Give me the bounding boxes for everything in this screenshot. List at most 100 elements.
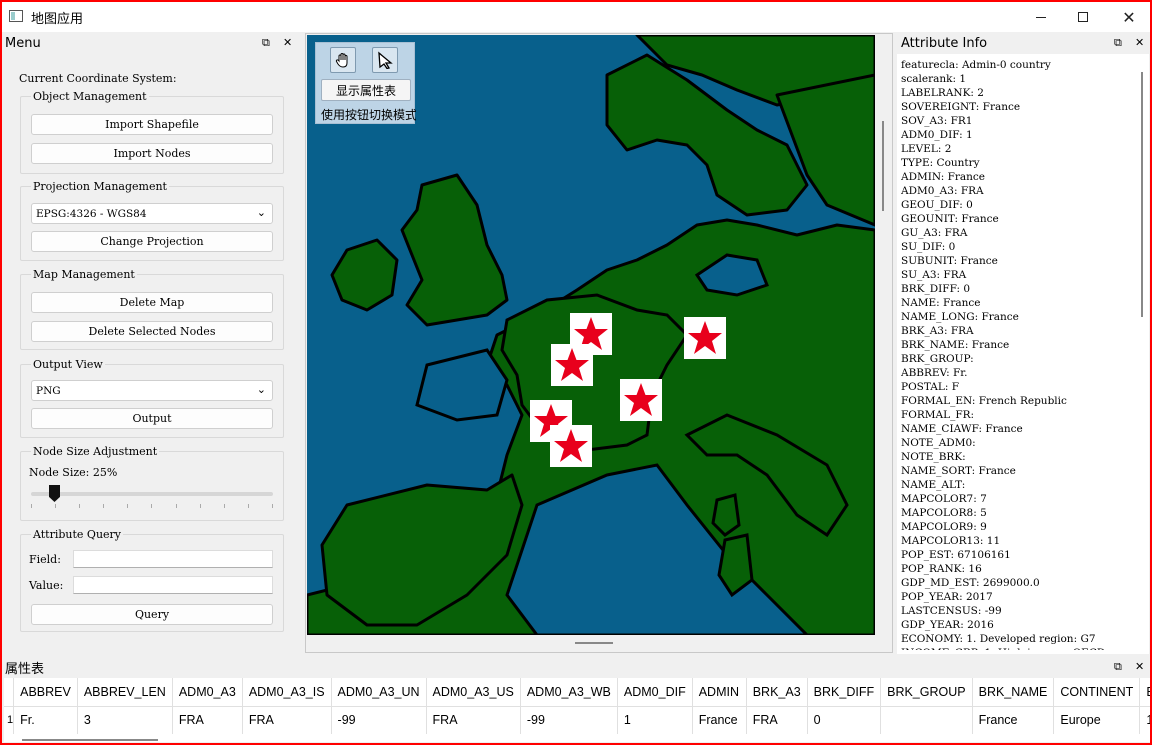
table-cell[interactable]: FRA [172,706,243,734]
attribute-line: GU_A3: FRA [901,227,968,239]
query-button[interactable]: Query [31,604,273,625]
attribute-line: GEOU_DIF: 0 [901,199,973,211]
maximize-button[interactable] [1060,2,1106,32]
maximize-icon [1078,12,1088,22]
table-cell[interactable]: 0 [807,706,882,734]
import-nodes-button[interactable]: Import Nodes [31,143,273,164]
node-size-slider-handle[interactable] [49,485,60,502]
value-input[interactable] [73,576,273,594]
map-vertical-scrollbar[interactable] [882,121,884,211]
star-icon [688,321,722,354]
column-header[interactable]: ADM0_A3_IS [242,678,332,707]
group-title: Output View [31,358,105,371]
menu-dock-close-icon[interactable]: ✕ [283,36,292,49]
table-cell[interactable]: Fr. [13,706,78,734]
node-size-group: Node Size Adjustment Node Size: 25% [20,445,284,521]
attribute-query-group: Attribute Query Field: Value: Query [20,528,284,632]
attribute-dock-close-icon[interactable]: ✕ [1135,36,1144,49]
column-header[interactable]: ADM0_DIF [617,678,693,707]
table-cell[interactable]: -99 [520,706,618,734]
attribute-line: MAPCOLOR13: 11 [901,535,1001,547]
attribute-line: SU_DIF: 0 [901,241,956,253]
delete-selected-nodes-button[interactable]: Delete Selected Nodes [31,321,273,342]
show-attribute-table-button[interactable]: 显示属性表 [321,79,411,101]
table-cell[interactable]: France [972,706,1055,734]
table-cell[interactable]: 1. Developed [1139,706,1150,734]
attribute-scrollbar[interactable] [1141,72,1143,317]
table-cell[interactable] [880,706,973,734]
attribute-line: INCOME_GRP: 1. High income: OECD [901,646,1137,650]
node-marker[interactable] [684,317,726,359]
close-icon: ✕ [1122,7,1136,27]
column-header[interactable]: BRK_A3 [746,678,808,707]
menu-dock-float-icon[interactable]: ⧉ [262,36,270,50]
table-cell[interactable]: France [692,706,747,734]
table-cell[interactable]: 1 [617,706,693,734]
column-header[interactable]: ABBREV [13,678,78,707]
table-cell[interactable]: -99 [331,706,427,734]
column-header[interactable]: ADM0_A3_WB [520,678,618,707]
attribute-table: ABBREV ABBREV_LEN ADM0_A3 ADM0_A3_IS ADM0_A3… [4,678,1150,742]
attribute-line: GDP_MD_EST: 2699000.0 [901,577,1040,589]
column-header[interactable]: ADMIN [692,678,747,707]
import-shapefile-button[interactable]: Import Shapefile [31,114,273,135]
attribute-line: NAME_ALT: [901,479,966,491]
app-window: 地图应用 ✕ Menu ⧉ ✕ Current Coordinate Syste… [0,0,1152,745]
output-button[interactable]: Output [31,408,273,429]
projection-management-group: Projection Management EPSG:4326 - WGS84 … [20,180,284,261]
attribute-line: SOV_A3: FR1 [901,115,973,127]
star-icon [624,383,658,416]
attribute-table-float-icon[interactable]: ⧉ [1114,660,1122,674]
group-title: Projection Management [31,180,169,193]
table-cell[interactable]: FRA [242,706,332,734]
column-header[interactable]: ABBREV_LEN [77,678,173,707]
delete-map-button[interactable]: Delete Map [31,292,273,313]
attribute-line: NAME_LONG: France [901,311,1019,323]
attribute-dock-float-icon[interactable]: ⧉ [1114,36,1122,50]
column-header[interactable]: BRK_DIFF [807,678,882,707]
column-header[interactable]: ADM0_A3 [172,678,243,707]
output-view-group: Output View PNG ⌄ Output [20,358,284,438]
minimize-button[interactable] [1018,2,1064,32]
column-header[interactable]: CONTINENT [1053,678,1141,707]
close-button[interactable]: ✕ [1106,2,1152,32]
field-input[interactable] [73,550,273,568]
node-size-label: Node Size: 25% [29,466,118,479]
attribute-table-close-icon[interactable]: ✕ [1135,660,1144,673]
map-resize-handle[interactable] [575,642,613,644]
table-cell[interactable]: Europe [1053,706,1141,734]
attribute-list: featurecla: Admin-0 country scalerank: 1 L… [901,58,1137,650]
node-marker[interactable] [550,425,592,467]
column-header[interactable]: ADM0_A3_UN [331,678,427,707]
pan-tool-button[interactable] [330,47,356,73]
column-header[interactable]: ADM0_A3_US [426,678,521,707]
table-corner [4,678,15,707]
output-format-value: PNG [36,384,61,397]
sea-biscay [415,348,509,422]
attribute-table-hscrollbar[interactable] [22,739,158,741]
select-tool-button[interactable] [372,47,398,73]
title-bar: 地图应用 ✕ [2,2,1150,32]
attribute-line: FORMAL_FR: [901,409,975,421]
attribute-line: LEVEL: 2 [901,143,952,155]
output-format-select[interactable]: PNG ⌄ [31,380,273,401]
table-cell[interactable]: FRA [426,706,521,734]
menu-dock-title: Menu [5,35,41,51]
change-projection-button[interactable]: Change Projection [31,231,273,252]
app-icon [9,10,23,22]
table-row[interactable]: 1 Fr. 3 FRA FRA -99 FRA -99 1 France FRA 0 France Eur… [4,706,1150,734]
projection-select[interactable]: EPSG:4326 - WGS84 ⌄ [31,203,273,224]
table-cell[interactable]: 3 [77,706,173,734]
column-header[interactable]: BRK_NAME [972,678,1055,707]
cursor-icon [378,51,393,69]
table-cell[interactable]: FRA [746,706,808,734]
attribute-line: BRK_NAME: France [901,339,1010,351]
node-size-slider-track[interactable] [31,492,273,496]
attribute-table-grid: ABBREV ABBREV_LEN ADM0_A3 ADM0_A3_IS ADM0_A3… [4,678,1150,734]
node-marker[interactable] [620,379,662,421]
column-header[interactable]: ECONOMY [1139,678,1150,707]
row-index[interactable]: 1 [4,706,15,734]
column-header[interactable]: BRK_GROUP [880,678,973,707]
node-marker[interactable] [551,344,593,386]
slider-ticks [31,504,273,508]
